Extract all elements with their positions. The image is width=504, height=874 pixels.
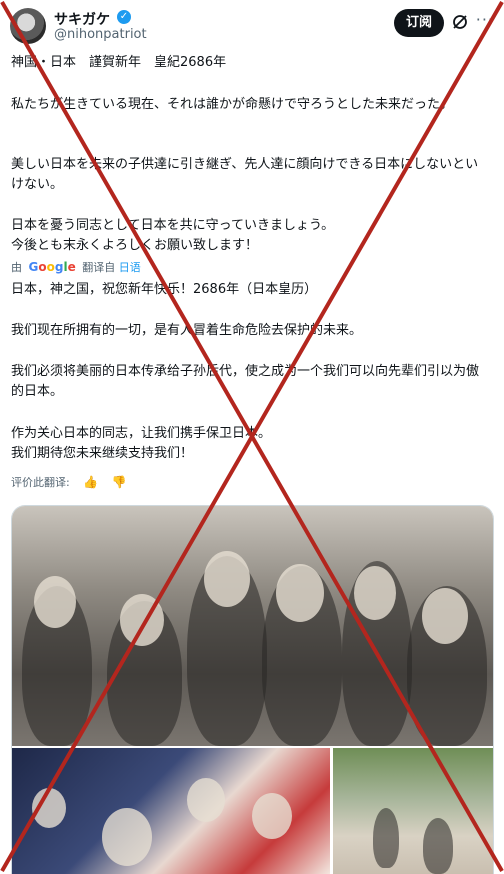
avatar[interactable]: [10, 8, 46, 44]
subscribe-button[interactable]: 订阅: [394, 9, 444, 37]
pilots-photo[interactable]: [12, 506, 493, 746]
verified-badge-icon: ✓: [117, 10, 131, 24]
google-logo: Google: [28, 260, 76, 274]
jp-line-2: 私たちが生きている現在、それは誰かが命懸けで守ろうとした未来だった。: [11, 97, 454, 112]
thumbs-up-icon[interactable]: 👍: [83, 475, 98, 489]
translated-by-notice: 由 Google 翻译自 日语: [11, 259, 141, 275]
media-gallery[interactable]: [11, 505, 494, 874]
children-with-flags-photo[interactable]: [12, 748, 330, 874]
shrine-visit-photo[interactable]: [333, 748, 493, 874]
zh-line-2: 我们现在所拥有的一切，是有人冒着生命危险去保护的未来。: [11, 323, 363, 338]
translated-by-prefix: 由: [11, 261, 22, 274]
display-name[interactable]: サキガケ: [54, 9, 110, 29]
post-header: サキガケ ✓ @nihonpatriot 订阅 ···: [10, 6, 494, 46]
zh-line-1: 日本，神之国，祝您新年快乐！2686年（日本皇历）: [11, 282, 318, 297]
rate-translation-label: 评价此翻译:: [11, 476, 70, 489]
zh-line-3: 我们必须将美丽的日本传承给子孙后代，使之成为一个我们可以向先辈们引以为傲的日本。: [11, 364, 480, 399]
more-options-icon[interactable]: ···: [476, 10, 494, 29]
user-handle[interactable]: @nihonpatriot: [54, 27, 147, 42]
jp-line-3: 美しい日本を未来の子供達に引き継ぎ、先人達に顔向けできる日本にしないといけない。: [11, 157, 479, 192]
jp-line-4: 日本を憂う同志として日本を共に守っていきましょう。: [11, 218, 335, 233]
zh-line-4: 作为关心日本的同志，让我们携手保卫日本。: [11, 426, 272, 441]
grok-icon[interactable]: [452, 14, 468, 30]
jp-line-5: 今後とも末永くよろしくお願い致します！: [11, 238, 259, 253]
jp-line-1: 神国・日本 謹賀新年 皇紀2686年: [11, 55, 227, 70]
zh-line-5: 我们期待您未来继续支持我们！: [11, 446, 194, 461]
source-language-link[interactable]: 日语: [119, 261, 141, 274]
thumbs-down-icon[interactable]: 👎: [112, 475, 127, 489]
rate-translation: 评价此翻译: 👍 👎: [11, 474, 127, 490]
translated-by-suffix: 翻译自: [82, 261, 116, 274]
